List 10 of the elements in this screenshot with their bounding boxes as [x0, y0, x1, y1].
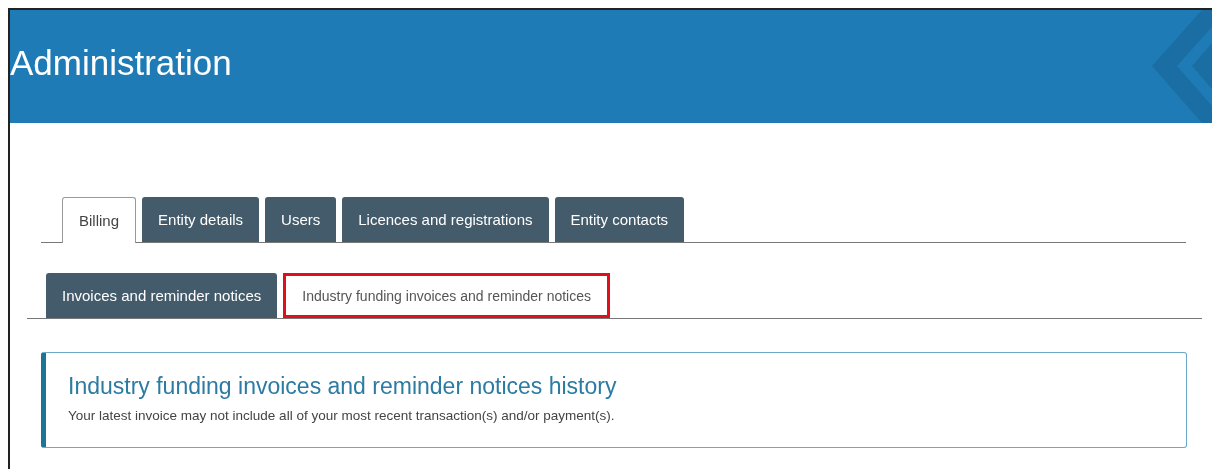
panel-title: Industry funding invoices and reminder notices history: [68, 373, 618, 400]
tab[interactable]: Billing: [62, 197, 137, 243]
tab[interactable]: Entity contacts: [554, 197, 685, 242]
tab[interactable]: Entity details: [142, 197, 260, 242]
tab[interactable]: Users: [265, 197, 337, 242]
tab[interactable]: Licences and registrations: [342, 197, 549, 242]
subtab[interactable]: Industry funding invoices and reminder notices: [283, 273, 610, 318]
panel-note: Your latest invoice may not include all of your most recent transaction(s) and/or payment(s).: [68, 408, 616, 423]
subtab[interactable]: Invoices and reminder notices: [46, 273, 278, 318]
page-title: Administration: [10, 42, 232, 83]
